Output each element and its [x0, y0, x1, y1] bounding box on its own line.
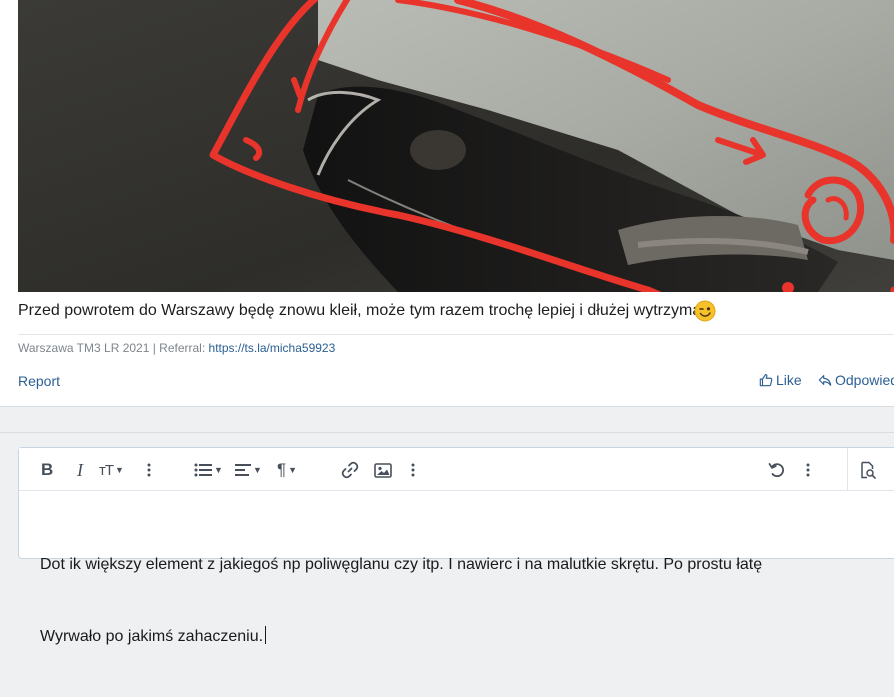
section-divider: [0, 432, 894, 433]
list-button[interactable]: ▼: [194, 459, 223, 481]
paragraph-button[interactable]: ¶ ▼: [277, 459, 297, 481]
font-size-button[interactable]: тT ▼: [99, 459, 124, 481]
report-link[interactable]: Report: [18, 373, 60, 389]
post-caption: Przed powrotem do Warszawy będę znowu kl…: [18, 302, 702, 319]
text-cursor: [265, 626, 267, 644]
editor-line: Wyrwało po jakimś zahaczeniu.: [40, 628, 264, 645]
post: Przed powrotem do Warszawy będę znowu kl…: [0, 0, 894, 407]
chevron-down-icon: ▼: [115, 465, 124, 475]
referral-link[interactable]: https://ts.la/micha59923: [209, 341, 336, 355]
font-size-label: тT: [99, 461, 114, 479]
preview-button[interactable]: [859, 459, 877, 481]
editor-line: Dot ik większy element z jakiegoś np pol…: [40, 556, 763, 573]
like-label: Like: [776, 372, 802, 388]
like-button[interactable]: Like: [759, 372, 802, 388]
bulleted-list-icon: [194, 463, 212, 477]
chevron-down-icon: ▼: [253, 465, 262, 475]
reply-editor[interactable]: B I тT ▼ ▼ ▼ ¶ ▼ Dot ik większy element …: [18, 447, 894, 645]
insert-link-button[interactable]: [341, 459, 359, 481]
paragraph-icon: ¶: [277, 460, 287, 479]
editor-toolbar: B I тT ▼ ▼ ▼ ¶ ▼: [19, 448, 894, 491]
editor-content[interactable]: Dot ik większy element z jakiegoś np pol…: [40, 505, 762, 697]
signature-divider: [18, 334, 894, 335]
chevron-down-icon: ▼: [214, 465, 223, 475]
reply-button[interactable]: Odpowiedz: [818, 372, 894, 388]
thumbs-up-icon: [759, 374, 773, 387]
bold-button[interactable]: B: [41, 459, 53, 481]
reply-label: Odpowiedz: [835, 372, 894, 388]
link-icon: [341, 461, 359, 479]
post-image[interactable]: [18, 0, 894, 292]
more-options-icon[interactable]: [806, 459, 810, 481]
undo-icon: [768, 463, 784, 478]
more-insert-options-icon[interactable]: [411, 459, 415, 481]
insert-image-button[interactable]: [374, 459, 392, 481]
chevron-down-icon: ▼: [288, 465, 298, 475]
align-button[interactable]: ▼: [235, 459, 262, 481]
user-signature: Warszawa TM3 LR 2021 | Referral: https:/…: [18, 341, 335, 355]
align-left-icon: [235, 464, 251, 476]
preview-icon: [861, 461, 876, 479]
post-divider: [0, 406, 894, 407]
post-actions: Report Like Odpowiedz: [0, 366, 894, 396]
reply-icon: [818, 375, 832, 386]
toolbar-divider: [847, 448, 848, 490]
undo-button[interactable]: [768, 459, 786, 481]
winking-face-icon: [694, 300, 716, 322]
signature-text: Warszawa TM3 LR 2021 | Referral:: [18, 341, 209, 355]
more-text-options-icon[interactable]: [147, 459, 151, 481]
italic-button[interactable]: I: [77, 459, 83, 481]
image-icon: [374, 462, 392, 478]
